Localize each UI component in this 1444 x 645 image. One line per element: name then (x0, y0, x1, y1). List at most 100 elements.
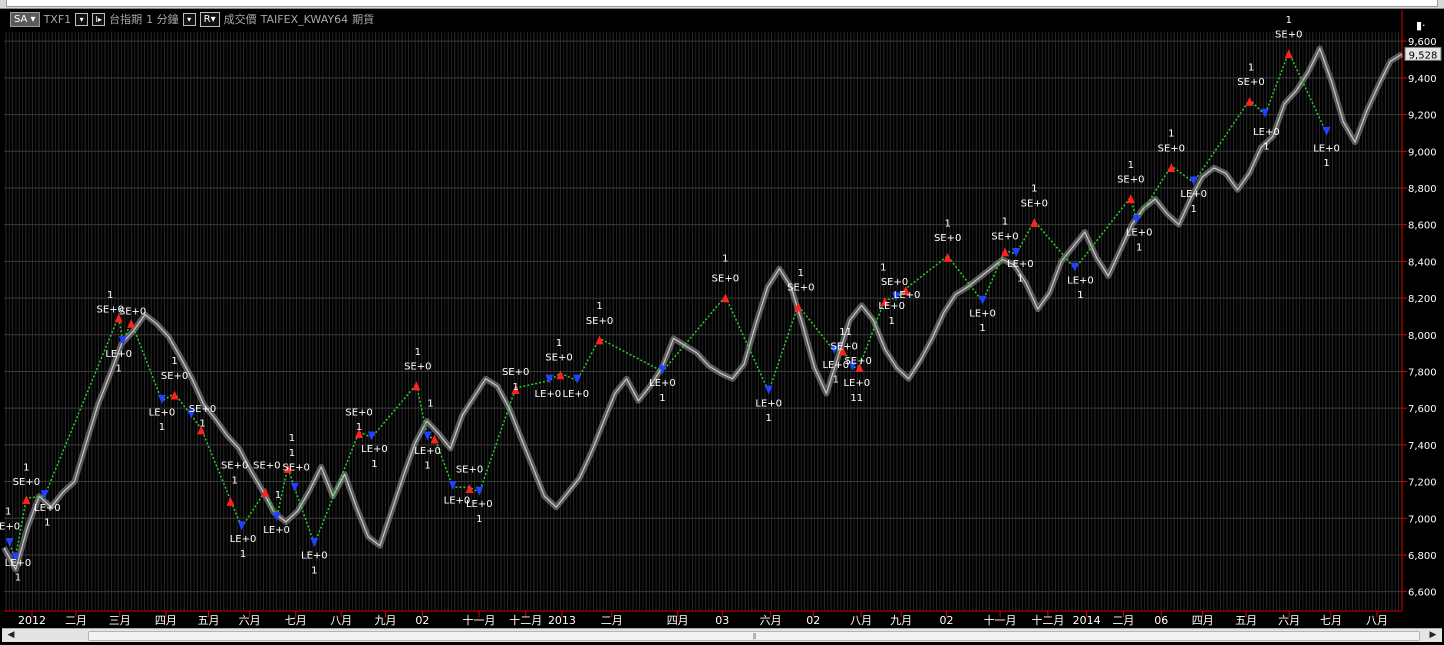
x-tick-label: 九月 (375, 614, 397, 627)
trade-label: LE+0 (1067, 275, 1094, 286)
trade-label: 1 (1286, 15, 1292, 26)
trade-label: 1 (371, 459, 377, 470)
y-tick-label: 9,600 (1408, 37, 1437, 48)
trade-label: 1 (596, 301, 602, 312)
trade-label: LE+0 (562, 389, 589, 400)
trade-label: SE+0 (253, 461, 280, 472)
trade-label: SE+0 (161, 371, 188, 382)
trade-label: LE+0 (649, 378, 676, 389)
y-tick-label: 8,600 (1408, 221, 1437, 232)
y-tick-label: 6,800 (1408, 551, 1437, 562)
trade-label: 1 (1323, 158, 1329, 169)
trade-label: 1 (44, 518, 50, 529)
x-tick-label: 02 (940, 614, 954, 627)
y-tick-label: 9,200 (1408, 111, 1437, 122)
short-entry-marker (412, 381, 421, 391)
trade-label: 1 (944, 219, 950, 230)
trade-label: 1 (1136, 242, 1142, 253)
trade-label: SE+0 (1117, 174, 1144, 185)
trade-label: LE+0 (843, 378, 870, 389)
short-entry-marker (943, 252, 952, 262)
trade-label: LE+0 (894, 290, 921, 301)
y-tick-label: 8,200 (1408, 294, 1437, 305)
x-tick-label: 十一月 (984, 613, 1017, 627)
x-tick-label: 五月 (198, 614, 220, 627)
right-arrow-icon[interactable]: ▶ (1426, 629, 1440, 642)
trade-label: 1 (1017, 274, 1023, 285)
x-tick-label: 六月 (1278, 614, 1300, 627)
x-tick-label: 二月 (65, 614, 87, 627)
trade-label: 1 (1031, 184, 1037, 195)
trade-label: 1 (979, 323, 985, 334)
trade-label: 1 (427, 398, 433, 409)
trade-label: 1 (5, 507, 11, 518)
scrollbar-thumb[interactable]: ||| (88, 631, 1420, 641)
y-tick-label: 9,400 (1408, 74, 1437, 85)
trade-label: 1 (766, 413, 772, 424)
y-tick-label: 6,600 (1408, 588, 1437, 599)
trade-label: LE+0 (1007, 259, 1034, 270)
trade-label: 1 (556, 338, 562, 349)
trade-label: SE+0 (712, 274, 739, 285)
x-tick-label: 03 (715, 614, 729, 627)
trade-label: SE+0 (404, 362, 431, 373)
trade-label: SE+0 (1158, 143, 1185, 154)
trade-label: LE+0 (1180, 189, 1207, 200)
x-tick-label: 2013 (548, 614, 576, 627)
trade-label: SE+0 (345, 407, 372, 418)
trade-label: 1 (424, 461, 430, 472)
y-tick-label: 8,800 (1408, 184, 1437, 195)
trade-label: LE+0 (755, 398, 782, 409)
horizontal-scrollbar[interactable]: ◀ ||| ▶ (2, 628, 1442, 642)
x-tick-label: 2014 (1073, 614, 1101, 627)
x-tick-label: 二月 (601, 614, 623, 627)
trade-label: SE+0 (13, 477, 40, 488)
trade-label: 11 (850, 393, 863, 404)
y-tick-label: 8,000 (1408, 331, 1437, 342)
x-tick-label: 十二月 (509, 613, 542, 627)
trade-label: SE+0 (119, 307, 146, 318)
x-tick-label: 四月 (155, 614, 177, 627)
trade-label: 1 (240, 549, 246, 560)
x-tick-label: 2012 (18, 614, 46, 627)
trade-label: SE+0 (844, 356, 871, 367)
trade-label: LE+0 (34, 503, 61, 514)
trade-label: LE+0 (301, 551, 328, 562)
left-arrow-icon[interactable]: ◀ (4, 629, 18, 642)
trade-label: SE+0 (1275, 30, 1302, 41)
trade-label: 1 (1263, 141, 1269, 152)
long-entry-marker (475, 486, 484, 496)
trade-label: 1 (289, 433, 295, 444)
trade-label: 1 (107, 290, 113, 301)
trade-label: 1 (512, 382, 518, 393)
x-tick-label: 02 (415, 614, 429, 627)
trade-label: LE+0 (263, 525, 290, 536)
trade-label: 1 (1077, 290, 1083, 301)
short-entry-marker (1030, 217, 1039, 227)
trade-label: 1 (1191, 204, 1197, 215)
trade-label: 1 (833, 374, 839, 385)
price-chart: 6,600 6,800 7,000 7,200 7,400 7,600 7,800 8,000… (0, 10, 1442, 627)
trade-label: 1 (23, 463, 29, 474)
x-tick-label: 三月 (109, 614, 131, 627)
long-entry-marker (310, 537, 319, 547)
trade-label: LE+0 (414, 446, 441, 457)
x-tick-label: 六月 (239, 614, 261, 627)
trade-label: LE+0 (535, 389, 562, 400)
trade-label: 1 (356, 422, 362, 433)
trade-label: 1 (1248, 63, 1254, 74)
x-tick-label: 七月 (285, 614, 307, 627)
trade-label: SE+0 (934, 233, 961, 244)
trade-label: LE+0 (5, 558, 32, 569)
trade-label: 11 (839, 327, 852, 338)
trade-label: 1 (171, 356, 177, 367)
trade-label: SE+0 (282, 463, 309, 474)
trade-label: 1 (289, 448, 295, 459)
trade-label: LE+0 (149, 407, 176, 418)
trade-label: SE+0 (1021, 198, 1048, 209)
trade-label: SE+0 (1237, 77, 1264, 88)
x-tick-label: 十二月 (1031, 613, 1064, 627)
trade-label: 1 (722, 253, 728, 264)
grip-icon: ||| (752, 633, 756, 640)
x-tick-label: 六月 (760, 614, 782, 627)
